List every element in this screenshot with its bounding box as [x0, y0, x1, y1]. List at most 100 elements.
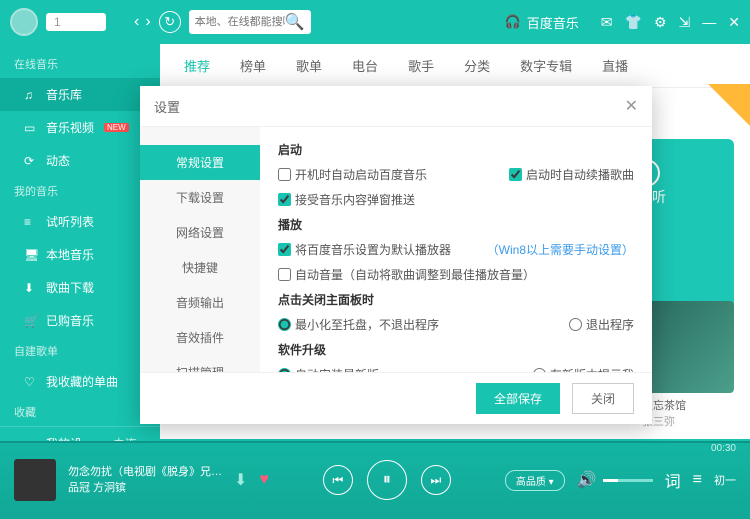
refresh-icon[interactable]: ↻: [159, 11, 181, 33]
settings-nav-scan[interactable]: 扫描管理: [140, 355, 260, 372]
shirt-icon[interactable]: 👕: [625, 14, 642, 31]
compact-icon[interactable]: ⇲: [679, 14, 691, 31]
sidebar-item-video[interactable]: ▭音乐视频NEW: [0, 111, 160, 144]
sidebar-item-download[interactable]: ⬇歌曲下载: [0, 271, 160, 304]
album-cover: [642, 301, 734, 393]
search-input[interactable]: [195, 16, 285, 28]
sidebar-section-fav: 收藏▾: [0, 398, 160, 426]
queue-icon[interactable]: ≡: [693, 471, 702, 489]
search-icon[interactable]: 🔍: [285, 12, 305, 32]
settings-nav-network[interactable]: 网络设置: [140, 215, 260, 250]
quality-selector[interactable]: 高品质 ▾: [505, 470, 565, 491]
download-icon[interactable]: ⬇: [234, 470, 247, 490]
volume-control[interactable]: 🔊: [577, 470, 653, 490]
prev-icon[interactable]: ⏮: [323, 465, 353, 495]
rb-exit[interactable]: 退出程序: [569, 316, 634, 333]
sidebar-item-feed[interactable]: ⟳动态: [0, 144, 160, 177]
tab-category[interactable]: 分类: [464, 56, 490, 75]
settings-nav-shortcut[interactable]: 快捷键: [140, 250, 260, 285]
volume-icon[interactable]: 🔊: [577, 470, 597, 490]
cb-push[interactable]: 接受音乐内容弹窗推送: [278, 191, 415, 208]
minimize-icon[interactable]: —: [702, 14, 716, 31]
avatar[interactable]: [10, 8, 38, 36]
rb-minimize[interactable]: 最小化至托盘，不退出程序: [278, 316, 439, 333]
tab-artist[interactable]: 歌手: [408, 56, 434, 75]
tab-live[interactable]: 直播: [602, 56, 628, 75]
topbar: 1 ‹ › ↻ 🔍 🎧 百度音乐 ✉ 👕 ⚙ ⇲ — ✕: [0, 0, 750, 44]
sidebar-item-label: 已购音乐: [46, 312, 94, 329]
dialog-close-icon[interactable]: ✕: [625, 96, 638, 116]
save-button[interactable]: 全部保存: [476, 383, 560, 414]
settings-panel: 启动 开机时自动启动百度音乐 启动时自动续播歌曲 接受音乐内容弹窗推送 播放 将…: [260, 127, 652, 372]
settings-dialog: 设置 ✕ 常规设置 下载设置 网络设置 快捷键 音频输出 音效插件 扫描管理 启…: [140, 86, 652, 424]
cb-autostart[interactable]: 开机时自动启动百度音乐: [278, 166, 427, 183]
album-artist: 张三弥: [642, 413, 734, 429]
bars-icon: ≡: [24, 215, 38, 229]
nav-arrows: ‹ ›: [134, 13, 151, 31]
close-button[interactable]: 关闭: [572, 383, 634, 414]
tab-playlist[interactable]: 歌单: [296, 56, 322, 75]
cb-auto-volume[interactable]: 自动音量（自动将歌曲调整到最佳播放音量）: [278, 266, 535, 283]
player-bar: 00:30 勿念勿扰（电视剧《脱身》兄… 品冠 方泂镔 ⬇ ♥ ⏮ ⏸ ⏭ 高品…: [0, 441, 750, 519]
track-info: 勿念勿扰（电视剧《脱身》兄… 品冠 方泂镔: [68, 464, 222, 497]
new-badge: NEW: [104, 123, 129, 132]
track-cover[interactable]: [14, 459, 56, 501]
next-icon[interactable]: ⏭: [421, 465, 451, 495]
sidebar: 在线音乐 ♫音乐库 ▭音乐视频NEW ⟳动态 我的音乐 ≡试听列表 🖥本地音乐 …: [0, 44, 160, 439]
sidebar-section-custom: 自建歌单+: [0, 337, 160, 365]
sidebar-item-local[interactable]: 🖥本地音乐: [0, 238, 160, 271]
settings-nav-download[interactable]: 下载设置: [140, 180, 260, 215]
music-icon: ♫: [24, 88, 38, 102]
sidebar-section-my: 我的音乐: [0, 177, 160, 205]
time-label: 00:30: [711, 443, 736, 454]
like-icon[interactable]: ♥: [259, 471, 269, 489]
pc-icon: 🖥: [24, 248, 38, 262]
album-card[interactable]: 坐忘茶馆 张三弥: [642, 301, 734, 429]
volume-slider[interactable]: [603, 479, 653, 482]
sidebar-section-online: 在线音乐: [0, 50, 160, 78]
tab-radio[interactable]: 电台: [352, 56, 378, 75]
section-update: 软件升级: [278, 341, 634, 358]
dialog-footer: 全部保存 关闭: [140, 372, 652, 424]
section-startup: 启动: [278, 141, 634, 158]
back-icon[interactable]: ‹: [134, 13, 139, 31]
lyric-icon[interactable]: 词: [665, 468, 681, 492]
sidebar-item-fav-songs[interactable]: ♡ 我收藏的单曲: [0, 365, 160, 398]
heart-icon: ♡: [24, 375, 38, 389]
section-close: 点击关闭主面板时: [278, 291, 634, 308]
track-title: 勿念勿扰（电视剧《脱身》兄…: [68, 464, 222, 481]
tab-recommend[interactable]: 推荐: [184, 56, 210, 75]
track-artist: 品冠 方泂镔: [68, 480, 222, 497]
gear-icon[interactable]: ⚙: [654, 14, 667, 31]
sidebar-item-purchased[interactable]: 🛒 已购音乐: [0, 304, 160, 337]
progress-bar[interactable]: [0, 441, 750, 443]
settings-nav-effects[interactable]: 音效插件: [140, 320, 260, 355]
album-title: 坐忘茶馆: [642, 397, 734, 413]
tab-album[interactable]: 数字专辑: [520, 56, 572, 75]
settings-nav-audio[interactable]: 音频输出: [140, 285, 260, 320]
hint-win8: （Win8以上需要手动设置）: [487, 241, 634, 258]
sidebar-item-label: 音乐视频: [46, 119, 94, 136]
cb-default-player[interactable]: 将百度音乐设置为默认播放器: [278, 241, 451, 258]
play-pause-icon[interactable]: ⏸: [367, 460, 407, 500]
feed-icon: ⟳: [24, 154, 38, 168]
sidebar-item-library[interactable]: ♫ 音乐库: [0, 78, 160, 111]
settings-nav-general[interactable]: 常规设置: [140, 145, 260, 180]
cart-icon: 🛒: [24, 314, 38, 328]
search-box[interactable]: 🔍: [189, 10, 311, 34]
sidebar-item-preview[interactable]: ≡试听列表: [0, 205, 160, 238]
forward-icon[interactable]: ›: [145, 13, 150, 31]
sidebar-item-label: 我收藏的单曲: [46, 373, 118, 390]
dialog-header: 设置 ✕: [140, 86, 652, 127]
cb-resume[interactable]: 启动时自动续播歌曲: [509, 166, 634, 183]
mail-icon[interactable]: ✉: [601, 14, 613, 31]
corner-badge[interactable]: [708, 84, 750, 126]
tab-chart[interactable]: 榜单: [240, 56, 266, 75]
sidebar-item-label: 歌曲下载: [46, 279, 94, 296]
headphones-icon: 🎧: [505, 14, 521, 30]
settings-nav: 常规设置 下载设置 网络设置 快捷键 音频输出 音效插件 扫描管理: [140, 127, 260, 372]
extra-label: 初一: [714, 472, 736, 488]
close-icon[interactable]: ✕: [728, 14, 740, 31]
username[interactable]: 1: [46, 13, 106, 31]
sidebar-item-label: 音乐库: [46, 86, 82, 103]
